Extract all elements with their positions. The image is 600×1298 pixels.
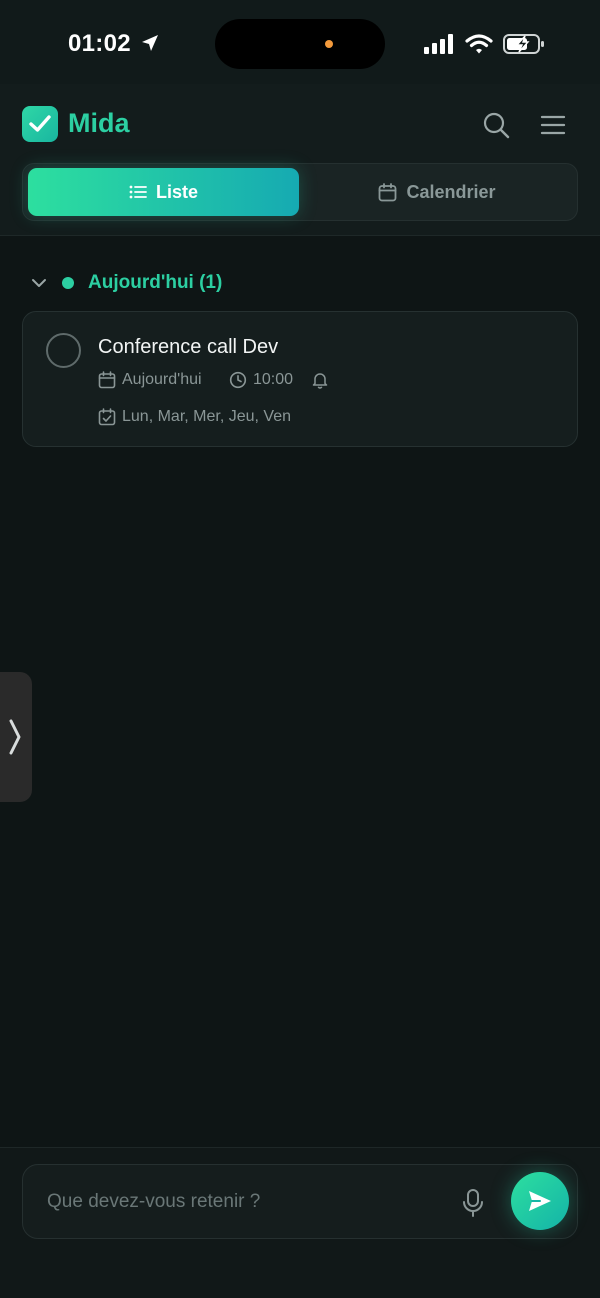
privacy-indicator-dot (325, 40, 333, 48)
view-switcher: Liste Calendrier (22, 163, 578, 221)
side-drawer-handle[interactable] (0, 672, 32, 802)
tab-list[interactable]: Liste (28, 168, 299, 216)
tab-calendar-label: Calendrier (406, 181, 496, 202)
task-date-label: Aujourd'hui (122, 371, 202, 388)
task-time-label: 10:00 (253, 371, 294, 388)
calendar-check-icon (98, 408, 116, 426)
chevron-down-icon (32, 279, 46, 287)
hamburger-menu-icon[interactable] (540, 114, 566, 136)
tab-calendar[interactable]: Calendrier (301, 168, 573, 216)
task-input[interactable] (47, 1183, 427, 1221)
microphone-icon[interactable] (461, 1188, 485, 1218)
screen: 01:02 Mida Liste Calendrier Aujourd'hui … (0, 0, 600, 1298)
section-dot (62, 277, 74, 289)
status-time: 01:02 (68, 30, 131, 57)
bell-icon (312, 373, 328, 389)
status-bar: 01:02 (0, 0, 600, 84)
task-title: Conference call Dev (98, 336, 279, 358)
section-header-today[interactable]: Aujourd'hui (1) (30, 270, 222, 296)
composer-bar (0, 1147, 600, 1298)
checkbox-icon (22, 106, 58, 142)
task-reminder (311, 371, 335, 389)
section-title: Aujourd'hui (1) (88, 272, 223, 293)
task-card[interactable]: Conference call Dev Aujourd'hui 10:00 Lu… (22, 311, 578, 447)
wifi-icon (465, 34, 493, 54)
task-repeat-label: Lun, Mar, Mer, Jeu, Ven (122, 408, 291, 425)
composer (22, 1164, 578, 1239)
tab-list-label: Liste (155, 181, 198, 202)
battery-charging-icon (503, 34, 544, 54)
task-repeat: Lun, Mar, Mer, Jeu, Ven (98, 408, 291, 426)
task-complete-checkbox[interactable] (46, 333, 81, 368)
app-title: Mida (68, 108, 130, 138)
app-header: Mida Liste Calendrier (0, 84, 600, 236)
signal-bars-icon (424, 34, 453, 54)
task-time: 10:00 (229, 371, 293, 389)
chevron-right-icon (9, 719, 21, 755)
list-icon (129, 185, 147, 199)
dynamic-island (215, 19, 385, 69)
send-button[interactable] (511, 1172, 569, 1230)
calendar-icon (379, 182, 397, 201)
calendar-icon (98, 371, 116, 389)
search-icon[interactable] (482, 111, 510, 139)
send-icon (529, 1191, 551, 1211)
task-date: Aujourd'hui (98, 371, 202, 389)
clock-icon (229, 371, 247, 389)
location-arrow-icon (142, 35, 158, 51)
